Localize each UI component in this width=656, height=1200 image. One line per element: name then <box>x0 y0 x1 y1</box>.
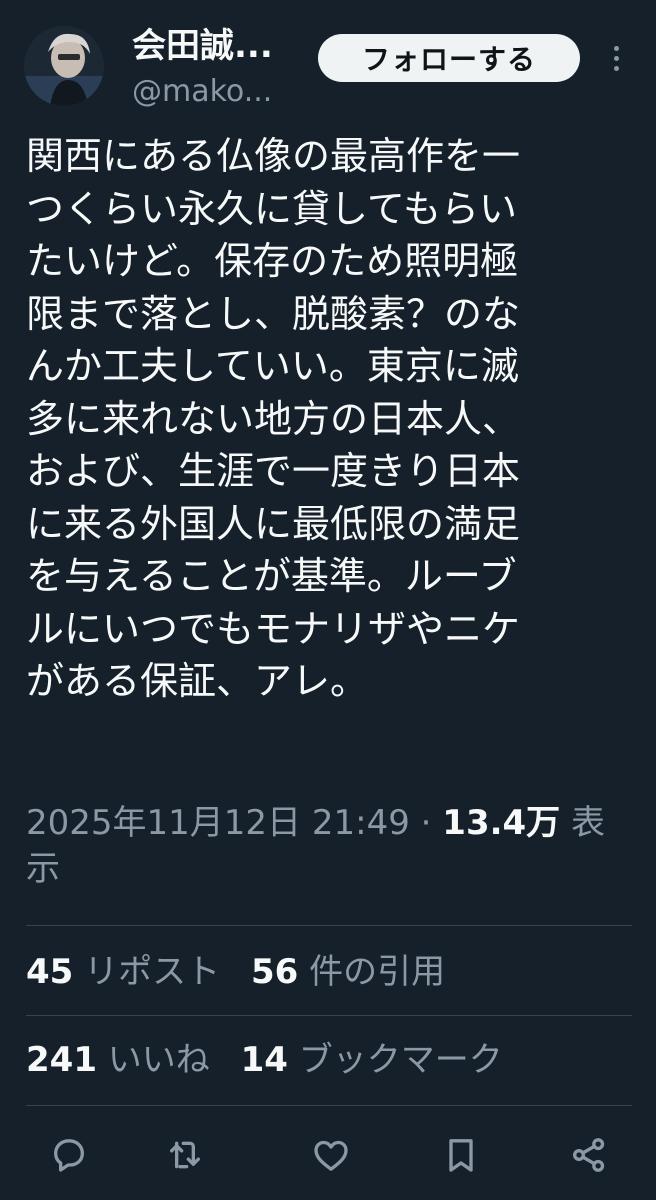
avatar[interactable] <box>24 26 104 106</box>
tweet-text-line: んか工夫していい。東京に滅 <box>26 344 519 388</box>
tweet-text: 関西にある仏像の最高作を一 つくらい永久に貸してもらい たいけど。保存のため照明… <box>26 130 632 708</box>
bookmarks-count: 14 <box>240 1040 288 1080</box>
like-icon[interactable] <box>306 1130 356 1180</box>
tweet-text-line: つくらい永久に貸してもらい <box>26 186 517 231</box>
timestamp[interactable]: 2025年11月12日 21:49 · <box>26 803 442 843</box>
tweet-text-line: に来る外国人に最低限の満足 <box>26 501 521 546</box>
divider <box>26 1015 632 1016</box>
likes-label: いいね <box>107 1040 210 1080</box>
quotes-count: 56 <box>250 952 299 992</box>
tweet-text-line: および、生涯で一度きり日本 <box>26 449 521 493</box>
bookmark-icon[interactable] <box>436 1130 486 1180</box>
share-icon[interactable] <box>564 1130 614 1180</box>
tweet-text-line: がある保証、アレ。 <box>26 659 369 703</box>
engagement-stats-row: 45 リポスト 56 件の引用 <box>26 950 445 994</box>
views-count: 13.4万 <box>442 803 561 843</box>
tweet-text-line: 関西にある仏像の最高作を一 <box>26 134 521 178</box>
avatar-image <box>24 26 104 106</box>
reply-icon[interactable] <box>44 1130 94 1180</box>
action-bar <box>0 1130 656 1180</box>
tweet-meta: 2025年11月12日 21:49 · 13.4万 表示 <box>26 800 632 892</box>
likes-stat[interactable]: 241 いいね <box>26 1038 210 1082</box>
follow-button[interactable]: フォローする <box>318 34 580 82</box>
more-options-icon[interactable] <box>604 34 628 82</box>
likes-count: 241 <box>26 1040 97 1080</box>
bookmarks-stat[interactable]: 14 ブックマーク <box>241 1038 503 1082</box>
tweet-text-line: たいけど。保存のため照明極 <box>26 239 519 283</box>
engagement-stats-row: 241 いいね 14 ブックマーク <box>26 1038 503 1082</box>
tweet-text-line: 多に来れない地方の日本人、 <box>26 396 521 441</box>
tweet-text-line: 限まで落とし、脱酸素？のな <box>26 291 521 336</box>
tweet-text-line: ルにいつでもモナリザやニケ <box>26 606 521 651</box>
tweet-header: 会田誠... @mako... フォローする <box>0 0 656 120</box>
display-name[interactable]: 会田誠... <box>132 26 273 66</box>
divider <box>26 925 632 926</box>
reposts-label: リポスト <box>84 952 221 992</box>
quotes-label: 件の引用 <box>309 952 446 992</box>
divider <box>26 1105 632 1106</box>
reposts-stat[interactable]: 45 リポスト <box>26 950 220 994</box>
tweet-text-line: を与えることが基準。ルーブ <box>26 554 517 598</box>
reposts-count: 45 <box>26 952 74 992</box>
bookmarks-label: ブックマーク <box>298 1040 503 1080</box>
quotes-stat[interactable]: 56 件の引用 <box>251 950 445 994</box>
user-handle[interactable]: @mako... <box>132 74 272 110</box>
retweet-icon[interactable] <box>160 1130 210 1180</box>
